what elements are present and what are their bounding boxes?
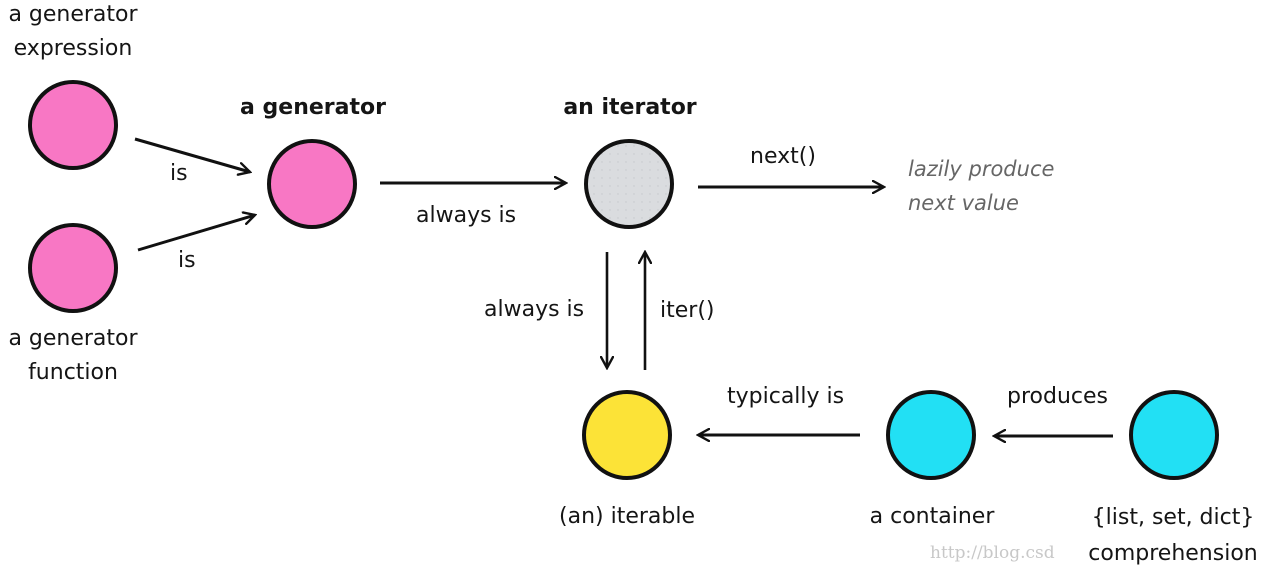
edge-expr-to-generator (134, 137, 250, 172)
node-iterable (582, 390, 672, 480)
label-gen-function-line2: function (28, 360, 118, 385)
label-gen-expression: a generator expression (8, 0, 137, 66)
label-iterator: an iterator (563, 95, 697, 120)
label-gen-function-line1: a generator (8, 326, 138, 351)
edge-label-produces: produces (1007, 384, 1108, 409)
note-line2: next value (908, 191, 1019, 215)
label-comprehension-line2: comprehension (1088, 541, 1258, 566)
edge-label-expr-is: is (170, 161, 188, 186)
edge-label-iter: iter() (660, 298, 715, 323)
label-comprehension: {list, set, dict} comprehension (1088, 500, 1257, 572)
label-gen-expression-line2: expression (13, 36, 133, 61)
label-iterable: (an) iterable (559, 504, 695, 529)
node-container (886, 390, 976, 480)
node-generator (267, 139, 357, 229)
diagram-canvas (28, 80, 1219, 480)
label-generator: a generator (240, 95, 386, 120)
edge-label-always-is-top: always is (416, 203, 517, 228)
edge-label-next: next() (750, 144, 816, 169)
edge-func-to-generator (137, 215, 255, 252)
edge-label-func-is: is (178, 248, 196, 273)
node-gen-expression (28, 80, 118, 170)
label-gen-expression-line1: a generator (8, 2, 138, 27)
label-container: a container (869, 504, 995, 529)
watermark: http://blog.csd (930, 543, 1055, 563)
note-lazily-produce: lazily produce next value (908, 152, 1054, 220)
node-gen-function (28, 223, 118, 313)
note-line1: lazily produce (908, 157, 1055, 181)
label-comprehension-line1: {list, set, dict} (1091, 505, 1255, 530)
edge-label-typically-is: typically is (727, 384, 845, 409)
node-comprehension (1129, 390, 1219, 480)
node-iterator (584, 139, 674, 229)
edge-label-always-is-vertical: always is (484, 297, 585, 322)
label-gen-function: a generator function (8, 322, 137, 390)
